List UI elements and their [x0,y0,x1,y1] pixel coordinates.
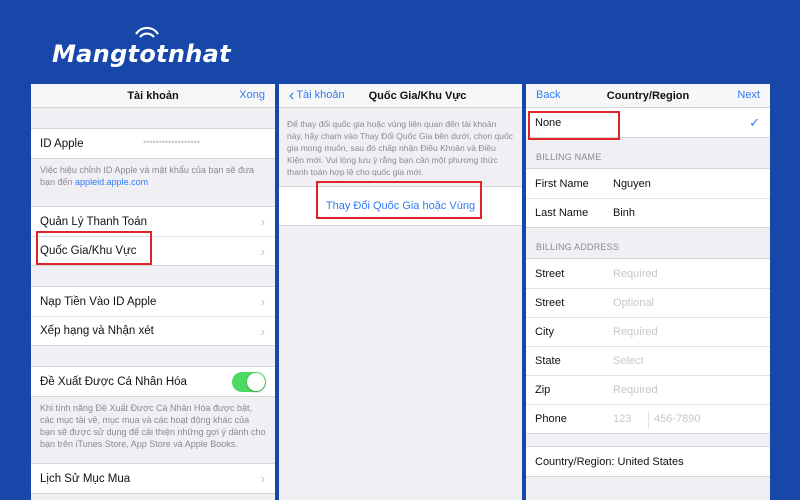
last-name-row[interactable]: Last Name Binh [526,198,770,227]
add-funds-row[interactable]: Nạp Tiền Vào ID Apple › [31,287,275,316]
apple-id-group: ID Apple •••••••••••••••••• [31,128,275,159]
funds-group: Nạp Tiền Vào ID Apple › Xếp hạng và Nhận… [31,286,275,346]
logo-wifi-o: o [135,26,160,68]
first-name-row[interactable]: First Name Nguyen [526,169,770,198]
state-label: State [535,355,561,367]
phone-row[interactable]: Phone 123 456-7890 [526,404,770,433]
back-button[interactable]: Back [536,89,560,101]
last-name-label: Last Name [535,207,589,219]
city-label: City [535,326,554,338]
manage-payments-label: Quản Lý Thanh Toán [40,215,147,228]
phone-number-field[interactable]: 456-7890 [654,413,701,425]
purchase-history-label: Lịch Sử Mục Mua [40,472,131,485]
billing-address-group: Street Required Street Optional City Req… [526,258,770,434]
street1-row[interactable]: Street Required [526,259,770,288]
first-name-field[interactable]: Nguyen [613,178,651,190]
personalized-toggle[interactable] [232,372,266,392]
apple-id-label: ID Apple [40,137,84,150]
personalized-recommendations-row: Đề Xuất Được Cá Nhân Hóa [31,367,275,396]
toggle-knob [247,373,265,391]
phone-area-field[interactable]: 123 [613,413,649,425]
country-region-screen: ‹ Tài khoản Quốc Gia/Khu Vực Để thay đổi… [279,84,522,500]
done-button[interactable]: Xong [239,89,265,101]
country-navbar: ‹ Tài khoản Quốc Gia/Khu Vực [279,84,522,108]
state-row[interactable]: State Select [526,346,770,375]
billing-name-group: First Name Nguyen Last Name Binh [526,168,770,228]
apple-id-value: •••••••••••••••••• [143,137,200,147]
country-footer-group: Country/Region: United States [526,446,770,477]
phone-label: Phone [535,413,567,425]
wifi-icon [135,26,160,38]
zip-field[interactable]: Required [613,384,658,396]
street2-field[interactable]: Optional [613,297,654,309]
logo-text-prefix: Mangt [52,40,140,68]
brand-logo: Mangt o tnhat [52,26,231,68]
back-button[interactable]: ‹ Tài khoản [289,86,345,104]
billing-navbar: Back Country/Region Next [526,84,770,108]
chevron-right-icon: › [260,324,265,339]
chevron-left-icon: ‹ [289,86,295,104]
back-label: Tài khoản [296,89,345,101]
billing-screen: Back Country/Region Next None ✓ BILLING … [526,84,770,500]
zip-row[interactable]: Zip Required [526,375,770,404]
country-footer-row: Country/Region: United States [526,447,770,476]
last-name-field[interactable]: Binh [613,207,635,219]
street2-row[interactable]: Street Optional [526,288,770,317]
purchase-history-row[interactable]: Lịch Sử Mục Mua › [31,464,275,493]
add-funds-label: Nạp Tiền Vào ID Apple [40,295,157,308]
city-field[interactable]: Required [613,326,658,338]
account-navbar: Tài khoản Xong [31,84,275,108]
apple-id-note: Việc hiệu chỉnh ID Apple và mật khẩu của… [31,159,275,197]
chevron-right-icon: › [260,471,265,486]
personalized-recommendations-label: Đề Xuất Được Cá Nhân Hóa [40,375,187,388]
ratings-reviews-row[interactable]: Xếp hạng và Nhận xét › [31,316,275,345]
phone-divider [648,411,649,428]
billing-address-header: BILLING ADDRESS [536,242,620,252]
checkmark-icon: ✓ [749,115,760,130]
highlight-change-country [316,181,482,219]
chevron-right-icon: › [260,244,265,259]
logo-text-suffix: tnhat [156,40,231,68]
account-screen: Tài khoản Xong ID Apple ••••••••••••••••… [31,84,275,500]
page-title: Quốc Gia/Khu Vực [368,89,467,102]
chevron-right-icon: › [260,294,265,309]
street1-field[interactable]: Required [613,268,658,280]
page-title: Tài khoản [127,89,179,102]
page-title: Country/Region [606,89,690,102]
billing-name-header: BILLING NAME [536,152,602,162]
street2-label: Street [535,297,565,309]
zip-label: Zip [535,384,551,396]
street1-label: Street [535,267,565,280]
change-country-description: Để thay đổi quốc gia hoặc vùng liên quan… [287,119,513,177]
first-name-label: First Name [535,177,589,190]
apple-id-row[interactable]: ID Apple •••••••••••••••••• [31,129,275,158]
history-group: Lịch Sử Mục Mua › [31,463,275,494]
chevron-right-icon: › [260,214,265,229]
ratings-reviews-label: Xếp hạng và Nhận xét [40,325,154,337]
country-footer-label: Country/Region: United States [535,455,684,468]
personalize-note: Khi tính năng Đề Xuất Được Cá Nhân Hóa đ… [40,403,266,449]
next-button[interactable]: Next [737,89,760,101]
highlight-payment-none [528,111,620,140]
personalize-group: Đề Xuất Được Cá Nhân Hóa [31,366,275,397]
highlight-country-region [36,231,152,265]
logo-text-o: o [139,40,157,68]
city-row[interactable]: City Required [526,317,770,346]
appleid-link[interactable]: appleid.apple.com [75,177,148,187]
state-select[interactable]: Select [613,355,644,367]
